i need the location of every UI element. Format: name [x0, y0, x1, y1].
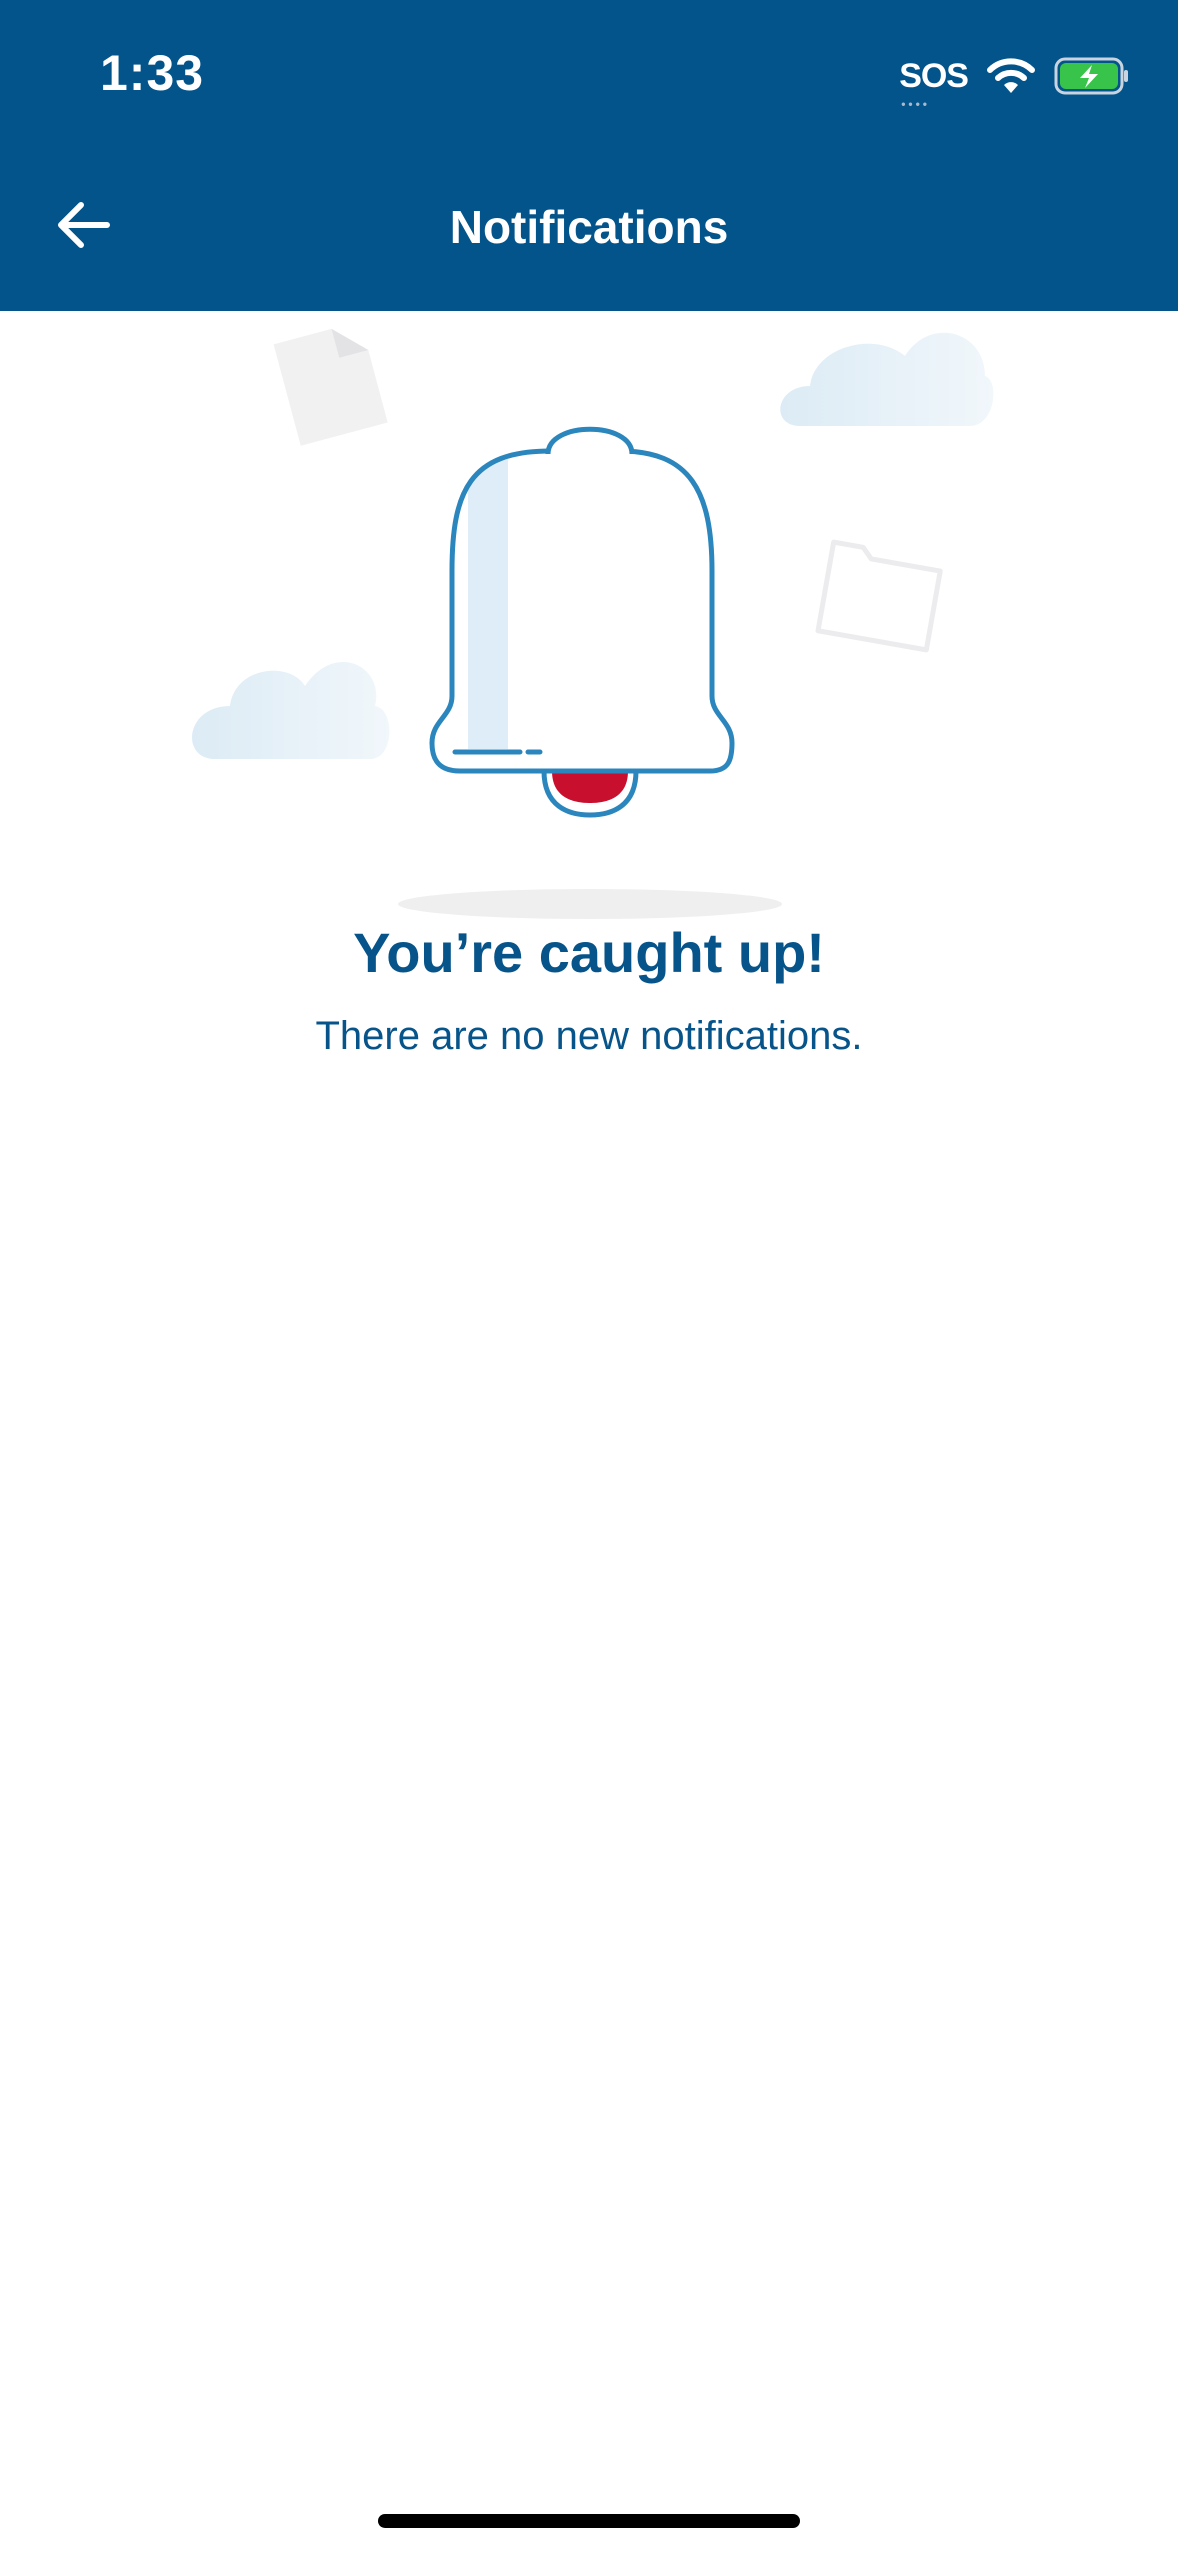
- battery-charging-icon: [1054, 56, 1130, 96]
- document-icon: [273, 328, 388, 446]
- empty-state-subtitle: There are no new notifications.: [315, 1014, 863, 1058]
- app-header: 1:33 SOS •••• Notifications: [0, 0, 1178, 311]
- cloud-icon: [192, 662, 390, 759]
- home-indicator[interactable]: [378, 2514, 800, 2528]
- page-title: Notifications: [449, 201, 729, 253]
- status-time: 1:33: [100, 45, 205, 101]
- sos-label: SOS: [899, 56, 969, 95]
- signal-dots: ••••: [901, 96, 930, 111]
- empty-state-title: You’re caught up!: [353, 921, 825, 984]
- sos-indicator: SOS ••••: [899, 56, 969, 111]
- notifications-screen: 1:33 SOS •••• Notifications You’re caugh…: [0, 0, 1178, 2560]
- empty-state-illustration: [0, 311, 1178, 931]
- folder-icon: [815, 539, 943, 653]
- cloud-icon: [780, 332, 994, 426]
- wifi-icon: [986, 56, 1036, 96]
- bell-shadow: [398, 889, 782, 919]
- bell-icon: [429, 426, 735, 818]
- status-icons: SOS ••••: [899, 52, 1130, 111]
